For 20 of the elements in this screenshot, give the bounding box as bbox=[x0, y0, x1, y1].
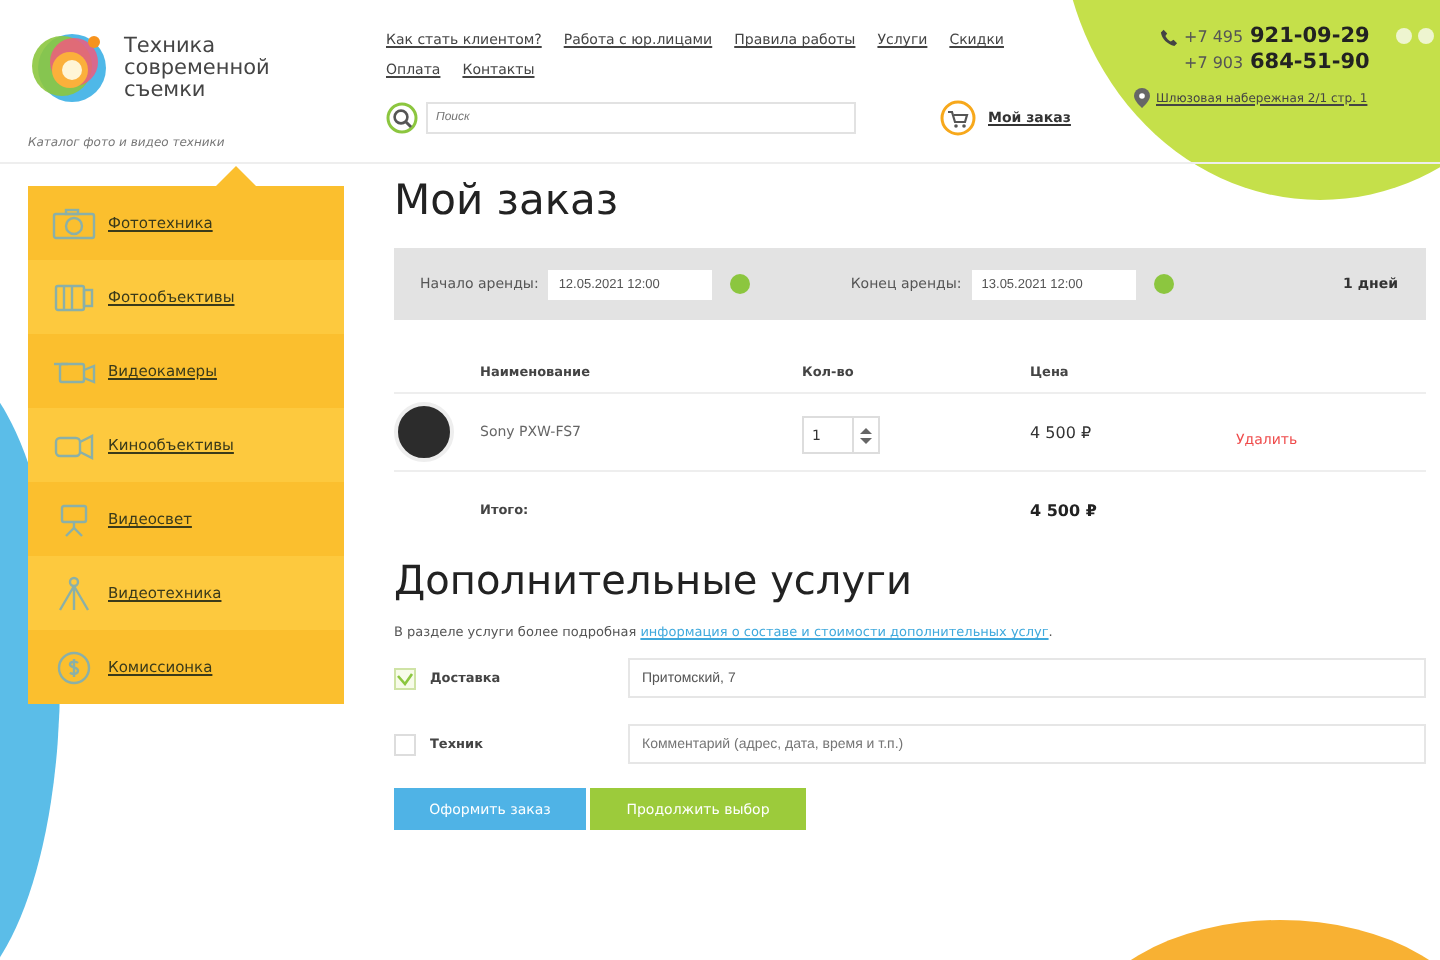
page-title: Мой заказ bbox=[394, 176, 621, 224]
phone-number: +7 903 684-51-90 bbox=[1184, 50, 1370, 74]
phone-number: +7 495 921-09-29 bbox=[1184, 24, 1370, 48]
checkbox[interactable] bbox=[394, 667, 416, 689]
search-icon bbox=[386, 102, 418, 134]
price-text: 4 500 ₽ bbox=[1030, 423, 1094, 441]
logo-icon bbox=[28, 28, 112, 108]
up-arrow-icon bbox=[860, 425, 872, 434]
checkbox[interactable] bbox=[394, 733, 416, 755]
dollar-coin-icon bbox=[52, 649, 96, 685]
location-pin-icon bbox=[1134, 88, 1150, 108]
total-value: 4 500 ₽ bbox=[1030, 501, 1099, 519]
lens-icon bbox=[52, 279, 96, 315]
product-photo bbox=[394, 402, 454, 462]
section-title: Дополнительные услуги bbox=[394, 556, 915, 604]
phone-icon bbox=[1160, 28, 1178, 46]
camera-icon bbox=[52, 205, 96, 241]
logo-text: Техника современной съемки bbox=[124, 35, 270, 101]
down-arrow-icon bbox=[860, 437, 872, 446]
cart-icon bbox=[940, 100, 976, 136]
